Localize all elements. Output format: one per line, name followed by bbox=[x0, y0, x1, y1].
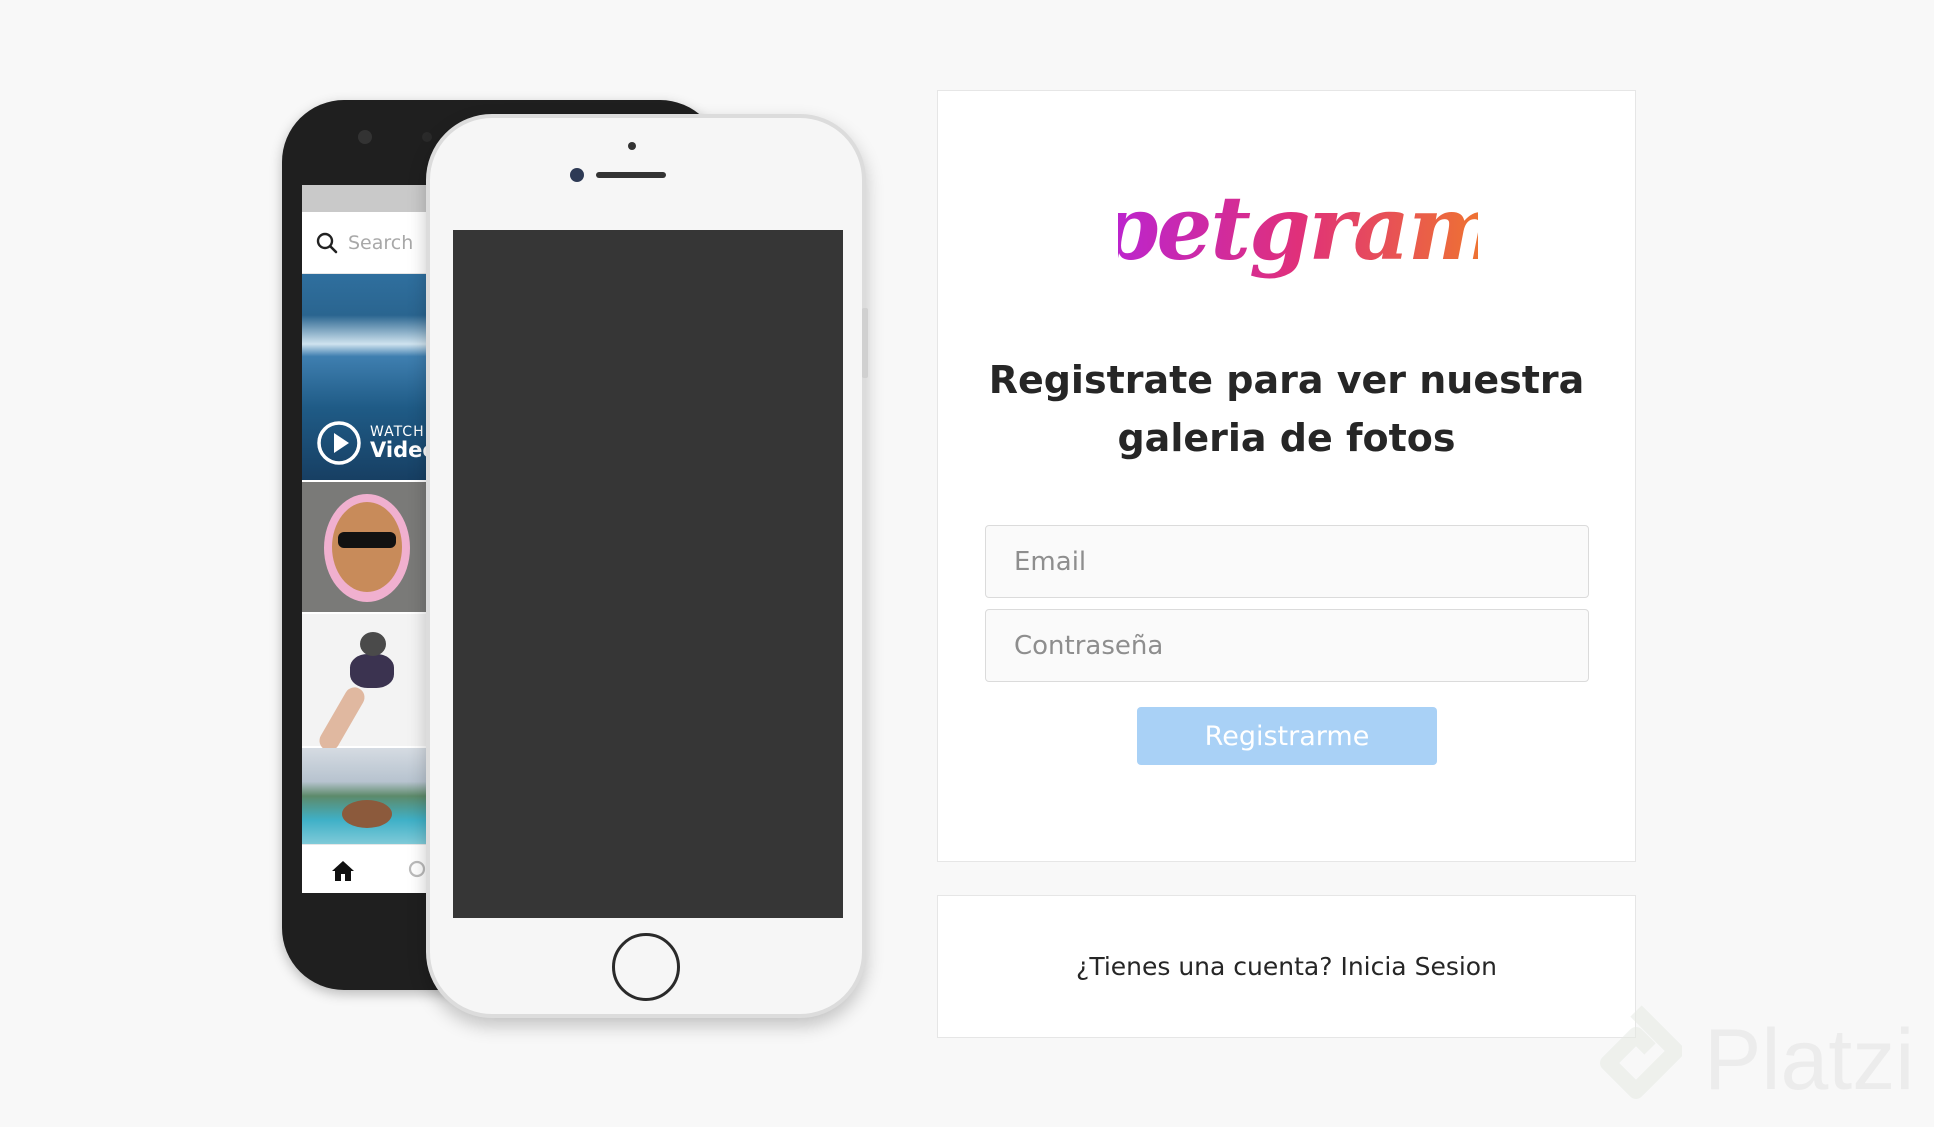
sensor-icon bbox=[628, 142, 636, 150]
phones-mockup: Search WATCH Video bbox=[282, 100, 872, 1025]
password-field[interactable] bbox=[985, 609, 1589, 682]
search-icon bbox=[316, 232, 338, 253]
photo-tile-cat bbox=[302, 482, 442, 612]
login-prompt-card: ¿Tienes una cuenta? Inicia Sesion bbox=[937, 895, 1636, 1038]
watermark-text: Platzi bbox=[1704, 1011, 1915, 1108]
phone-search-placeholder: Search bbox=[348, 231, 414, 254]
petgram-logo: petgram bbox=[1118, 176, 1478, 280]
platzi-logo-icon bbox=[1600, 1005, 1682, 1099]
photo-tile-dog bbox=[302, 614, 442, 755]
watch-video-overlay: WATCH Video bbox=[316, 420, 437, 466]
signup-heading: Registrate para ver nuestra galeria de f… bbox=[938, 351, 1635, 467]
photo-tile-sea: WATCH Video bbox=[302, 274, 442, 480]
home-button-icon bbox=[612, 933, 680, 1001]
logo-text: petgram bbox=[1118, 176, 1478, 280]
signup-card: petgram Registrate para ver nuestra gale… bbox=[937, 90, 1636, 862]
front-camera-icon bbox=[570, 168, 584, 182]
speaker-icon bbox=[596, 172, 666, 178]
photo-tile-beach bbox=[302, 748, 442, 844]
side-button bbox=[862, 308, 868, 378]
phone-front-screen bbox=[453, 230, 843, 918]
heading-line-2: galeria de fotos bbox=[1117, 416, 1456, 460]
sensor-icon bbox=[422, 132, 432, 142]
home-icon bbox=[332, 861, 354, 881]
platzi-watermark: Platzi bbox=[1590, 1005, 1914, 1115]
phone-front bbox=[426, 114, 868, 1018]
email-field[interactable] bbox=[985, 525, 1589, 598]
camera-icon bbox=[358, 130, 372, 144]
heading-line-1: Registrate para ver nuestra bbox=[988, 358, 1585, 402]
phone-bottom-nav bbox=[302, 844, 442, 893]
login-link[interactable]: ¿Tienes una cuenta? Inicia Sesion bbox=[1076, 952, 1497, 981]
register-button[interactable]: Registrarme bbox=[1137, 707, 1437, 765]
play-icon bbox=[317, 421, 361, 465]
